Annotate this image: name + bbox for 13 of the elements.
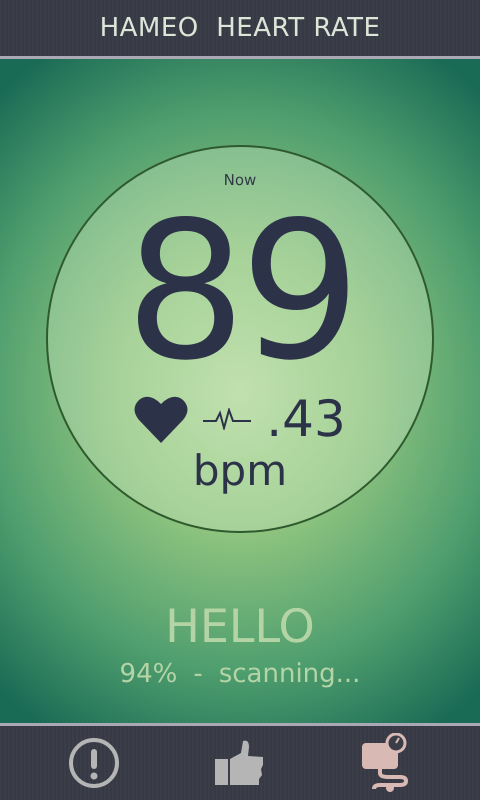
separator: -: [193, 659, 203, 689]
progress-percent: 94%: [120, 659, 178, 689]
heart-rate-decimal: .43: [266, 391, 346, 447]
now-label: Now: [224, 171, 256, 189]
greeting-text: HELLO: [165, 599, 315, 653]
heart-icon: [134, 395, 188, 443]
scan-status: scanning...: [218, 659, 360, 689]
heart-rate-value: 89: [125, 197, 355, 387]
app-title: HAMEO HEART RATE: [100, 13, 380, 43]
thumbs-up-icon: [214, 739, 265, 787]
alert-icon: [68, 737, 120, 789]
unit-label: bpm: [192, 447, 288, 495]
pulse-icon: [202, 408, 252, 430]
